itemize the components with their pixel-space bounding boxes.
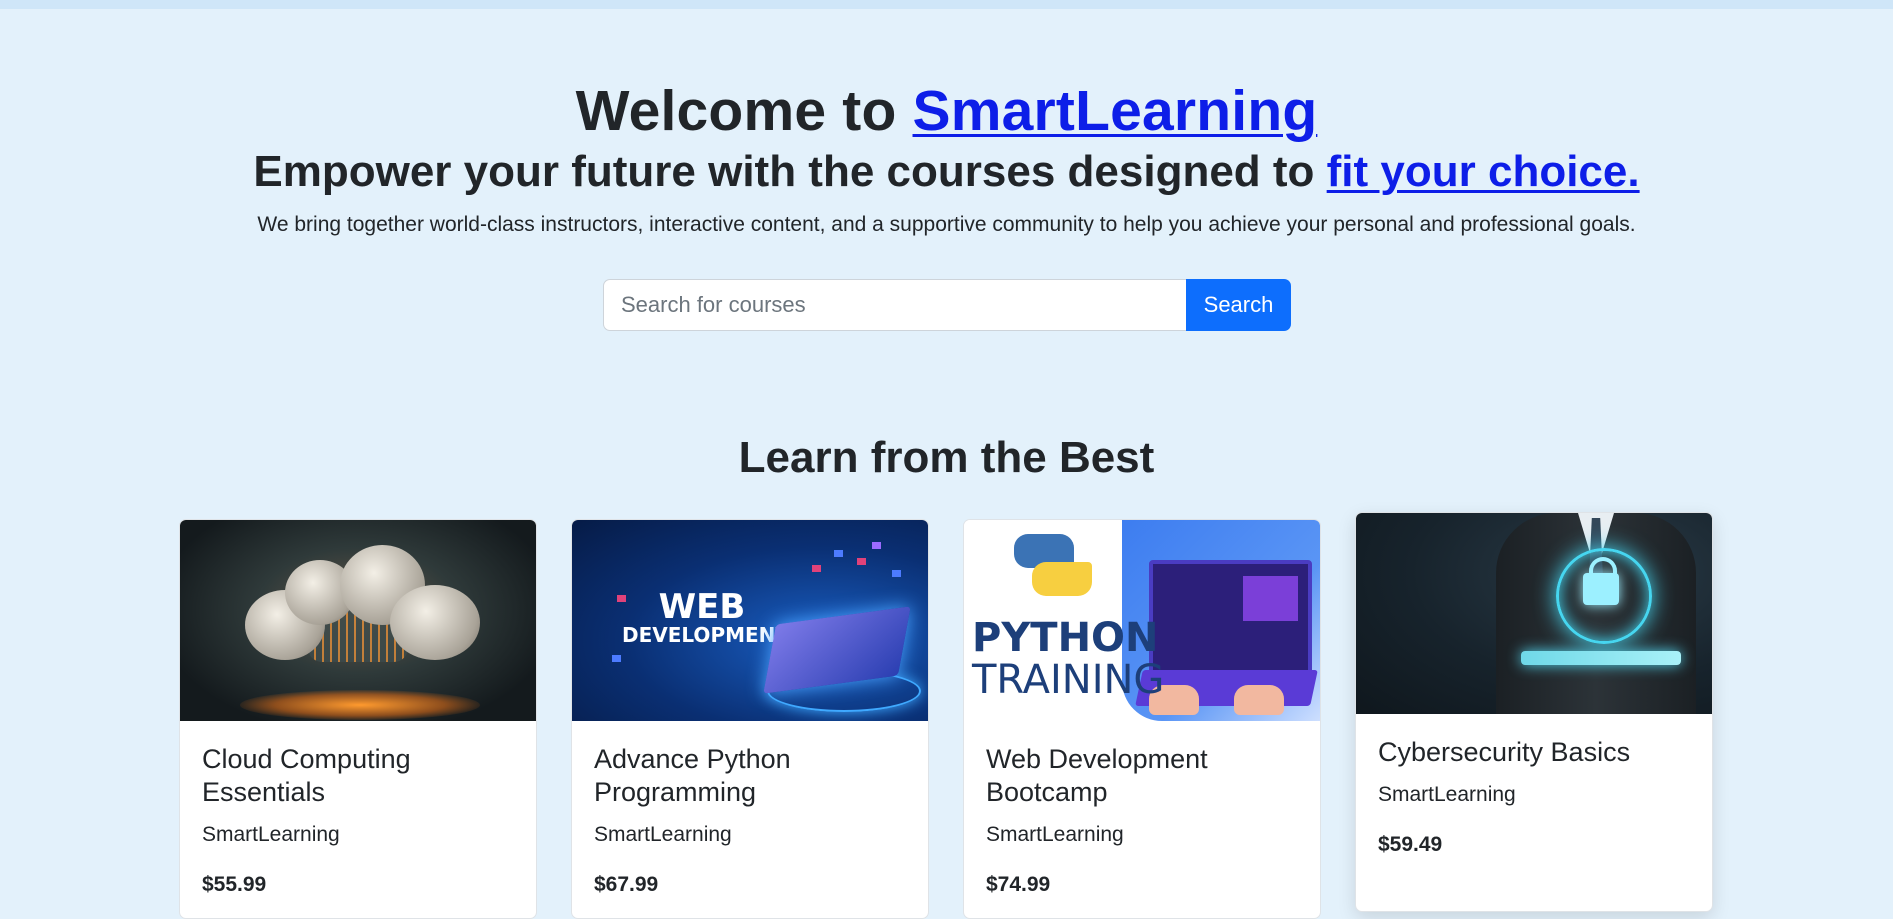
brand-link[interactable]: SmartLearning xyxy=(913,79,1318,143)
course-provider: SmartLearning xyxy=(594,823,732,846)
course-title[interactable]: Cybersecurity Basics xyxy=(1378,736,1690,769)
section-title: Learn from the Best xyxy=(738,433,1155,482)
hero-section: Welcome to SmartLearning Empower your fu… xyxy=(0,78,1893,241)
web-development-image: WEB DEVELOPMENT xyxy=(572,520,928,721)
course-provider: SmartLearning xyxy=(1378,783,1516,806)
course-title[interactable]: Advance Python Programming xyxy=(594,743,906,809)
cybersecurity-image xyxy=(1356,513,1712,714)
course-price: $74.99 xyxy=(986,873,1051,896)
course-card[interactable]: Cloud Computing Essentials SmartLearning… xyxy=(179,519,537,919)
course-title[interactable]: Cloud Computing Essentials xyxy=(202,743,514,809)
course-price: $67.99 xyxy=(594,873,659,896)
course-price: $55.99 xyxy=(202,873,267,896)
page-subtitle: Empower your future with the courses des… xyxy=(0,144,1893,200)
course-price: $59.49 xyxy=(1378,833,1443,856)
python-training-image: PYTHON TRAINING xyxy=(964,520,1320,721)
thumb-label: WEB DEVELOPMENT xyxy=(622,587,790,647)
course-provider: SmartLearning xyxy=(986,823,1124,846)
hero-description: We bring together world-class instructor… xyxy=(257,213,1636,236)
search-bar: Search xyxy=(603,279,1291,331)
search-button[interactable]: Search xyxy=(1186,279,1291,331)
title-prefix: Welcome to xyxy=(575,79,913,143)
cloud-computing-image xyxy=(180,520,536,721)
course-card[interactable]: Cybersecurity Basics SmartLearning $59.4… xyxy=(1355,512,1713,912)
course-title[interactable]: Web Development Bootcamp xyxy=(986,743,1298,809)
top-bar xyxy=(0,0,1893,9)
search-input[interactable] xyxy=(603,279,1186,331)
course-card[interactable]: PYTHON TRAINING Web Development Bootcamp… xyxy=(963,519,1321,919)
thumb-label: PYTHON TRAINING xyxy=(972,615,1165,703)
fit-your-choice-link[interactable]: fit your choice. xyxy=(1327,147,1640,196)
page-title: Welcome to SmartLearning xyxy=(0,78,1893,144)
course-card[interactable]: WEB DEVELOPMENT Advance Python Programmi… xyxy=(571,519,929,919)
subtitle-prefix: Empower your future with the courses des… xyxy=(253,147,1327,196)
course-provider: SmartLearning xyxy=(202,823,340,846)
